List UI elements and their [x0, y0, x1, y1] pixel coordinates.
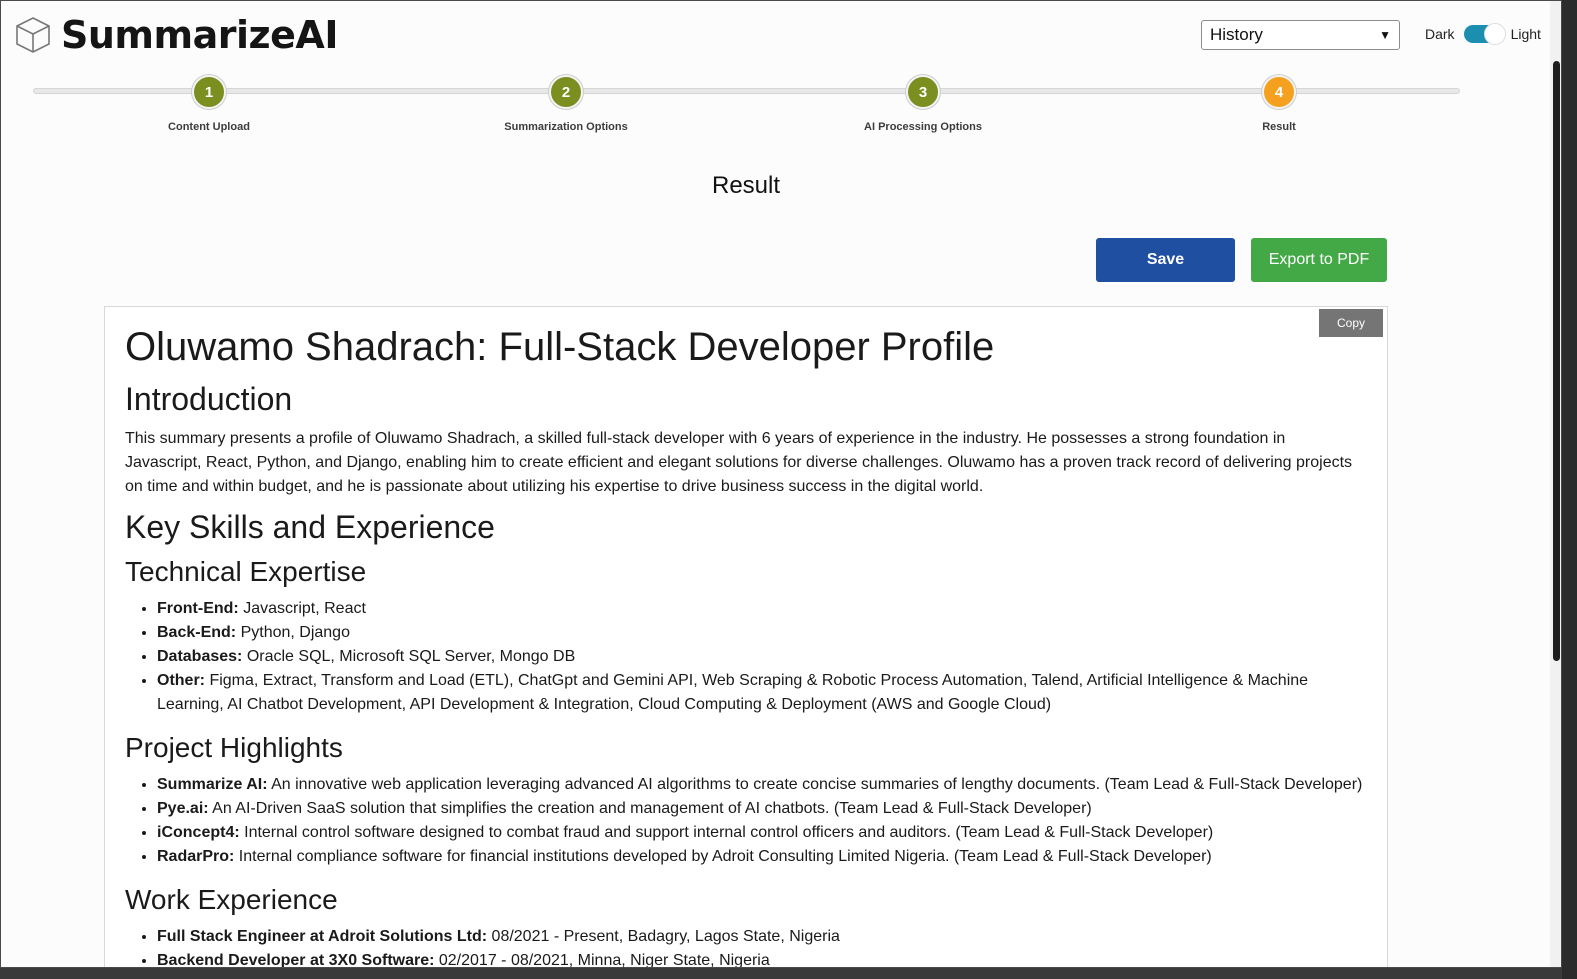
step-label: Result — [1262, 121, 1296, 133]
app-title: SummarizeAI — [61, 13, 338, 57]
list-item: Full Stack Engineer at Adroit Solutions … — [157, 925, 1365, 949]
step-label: Summarization Options — [504, 121, 628, 133]
step-label: AI Processing Options — [864, 121, 982, 133]
switch-knob — [1483, 23, 1506, 45]
subheading-work-experience: Work Experience — [125, 884, 338, 915]
step-result[interactable]: 4 Result — [1199, 75, 1359, 133]
theme-light-label: Light — [1510, 26, 1541, 42]
app-window: SummarizeAI History ▼ Dark Light 1 Conte… — [0, 0, 1562, 968]
window-edge — [1562, 0, 1577, 979]
save-button[interactable]: Save — [1096, 238, 1235, 282]
step-number: 4 — [1262, 75, 1296, 109]
chevron-down-icon: ▼ — [1379, 28, 1391, 42]
list-item: Pye.ai: An AI-Driven SaaS solution that … — [157, 797, 1365, 821]
summary-output[interactable]: Copy Oluwamo Shadrach: Full-Stack Develo… — [104, 306, 1388, 967]
theme-toggle[interactable]: Dark Light — [1425, 23, 1541, 45]
project-highlights-list: Summarize AI: An innovative web applicat… — [125, 773, 1365, 869]
list-item: Front-End: Javascript, React — [157, 597, 1365, 621]
step-content-upload[interactable]: 1 Content Upload — [129, 75, 289, 133]
step-ai-processing-options[interactable]: 3 AI Processing Options — [843, 75, 1003, 133]
step-number: 1 — [192, 75, 226, 109]
list-item: Databases: Oracle SQL, Microsoft SQL Ser… — [157, 645, 1365, 669]
app-logo[interactable]: SummarizeAI — [15, 13, 338, 57]
history-select-value: History — [1210, 25, 1263, 44]
technical-expertise-list: Front-End: Javascript, React Back-End: P… — [125, 597, 1365, 717]
section-heading-skills: Key Skills and Experience — [125, 509, 495, 545]
cube-icon — [16, 17, 50, 53]
step-label: Content Upload — [168, 121, 250, 133]
list-item: Other: Figma, Extract, Transform and Loa… — [157, 669, 1365, 717]
progress-stepper: 1 Content Upload 2 Summarization Options… — [33, 75, 1460, 135]
theme-switch[interactable] — [1463, 23, 1506, 45]
history-select[interactable]: History ▼ — [1201, 20, 1400, 50]
page-title: Result — [711, 172, 781, 199]
section-heading-introduction: Introduction — [125, 381, 293, 417]
step-number: 2 — [549, 75, 583, 109]
list-item: Backend Developer at 3X0 Software: 02/20… — [157, 949, 1365, 967]
subheading-technical-expertise: Technical Expertise — [125, 556, 367, 587]
list-item: Back-End: Python, Django — [157, 621, 1365, 645]
page-scrollbar[interactable] — [1550, 1, 1561, 967]
subheading-project-highlights: Project Highlights — [125, 732, 343, 763]
summary-document: Oluwamo Shadrach: Full-Stack Developer P… — [125, 323, 1365, 967]
list-item: Summarize AI: An innovative web applicat… — [157, 773, 1365, 797]
step-number: 3 — [906, 75, 940, 109]
document-title: Oluwamo Shadrach: Full-Stack Developer P… — [125, 325, 995, 369]
list-item: iConcept4: Internal control software des… — [157, 821, 1365, 845]
list-item: RadarPro: Internal compliance software f… — [157, 845, 1365, 869]
theme-dark-label: Dark — [1425, 26, 1455, 42]
scrollbar-thumb[interactable] — [1553, 61, 1560, 661]
export-pdf-button[interactable]: Export to PDF — [1251, 238, 1387, 282]
work-experience-list: Full Stack Engineer at Adroit Solutions … — [125, 925, 1365, 967]
step-summarization-options[interactable]: 2 Summarization Options — [486, 75, 646, 133]
introduction-paragraph: This summary presents a profile of Oluwa… — [125, 430, 1353, 495]
